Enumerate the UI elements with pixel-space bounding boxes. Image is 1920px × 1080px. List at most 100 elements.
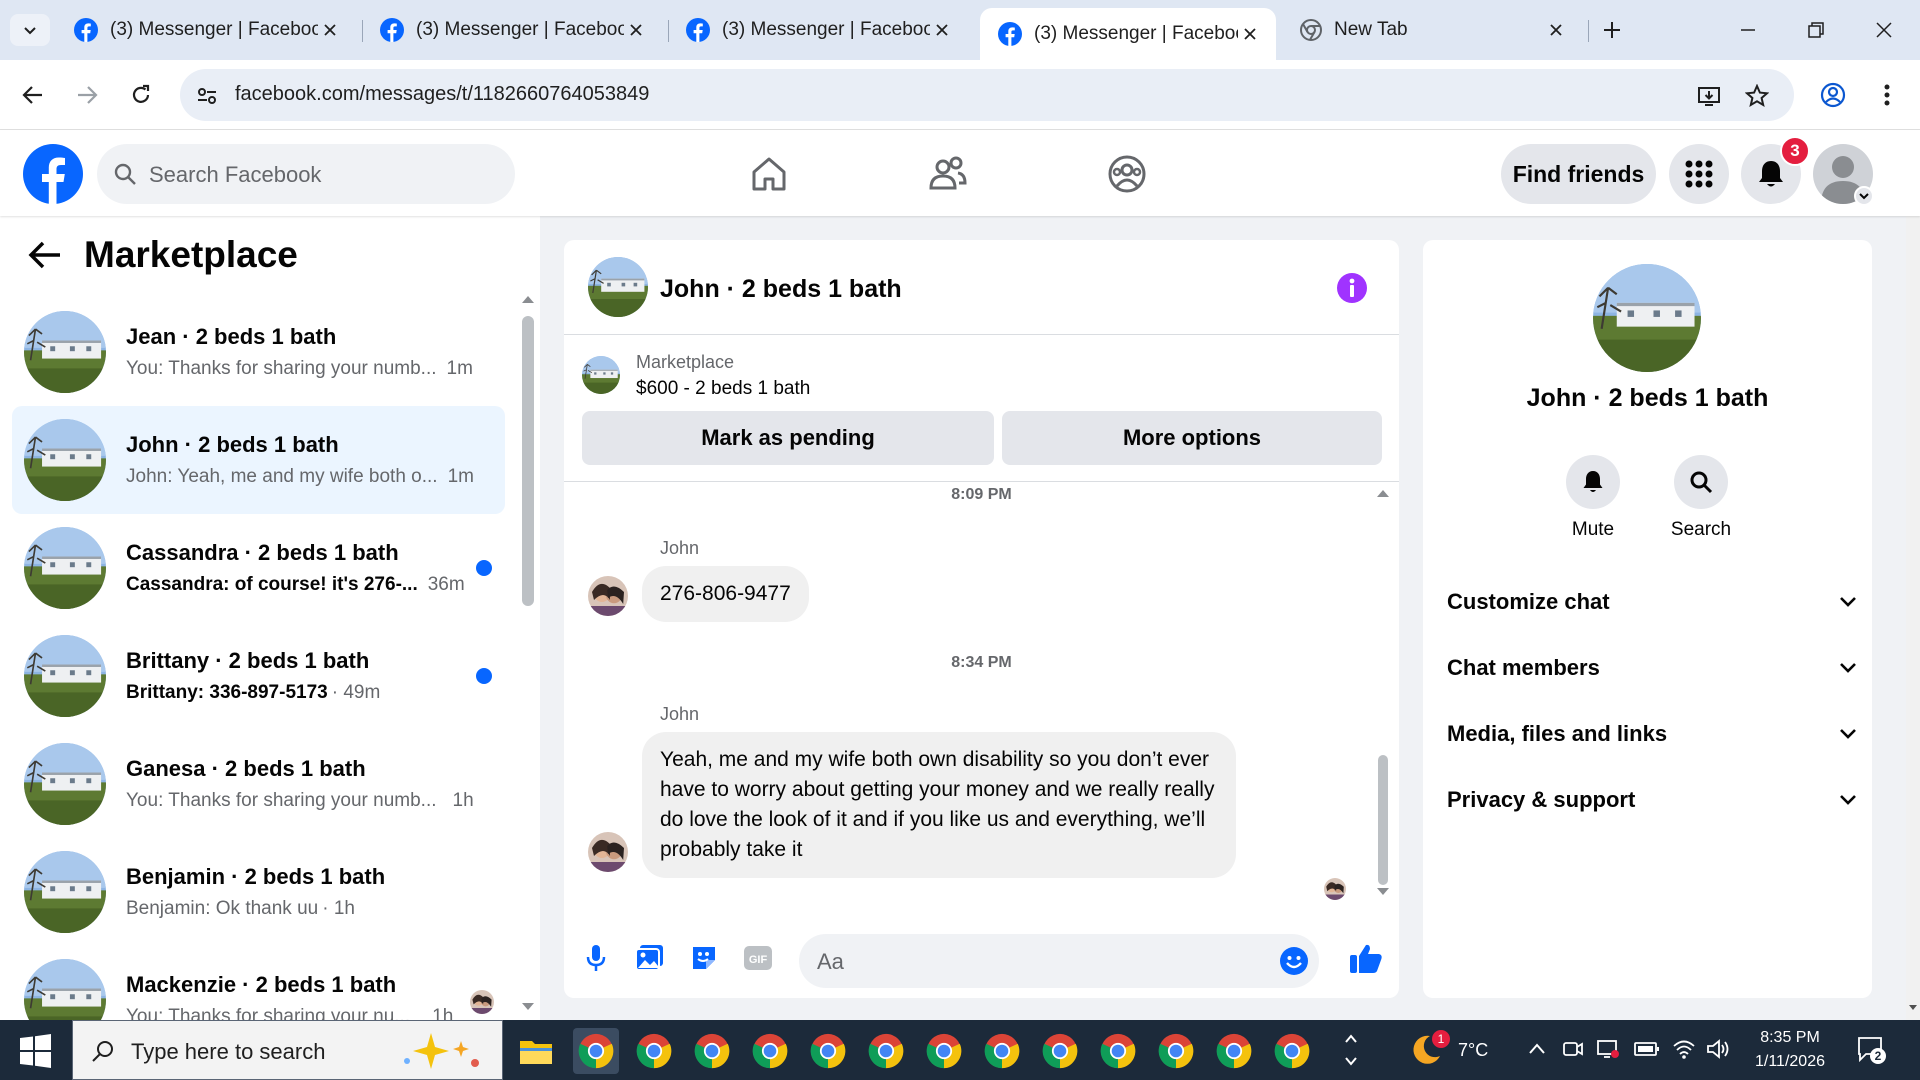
minimize-button[interactable] <box>1718 8 1778 52</box>
new-tab-button[interactable] <box>1596 14 1628 46</box>
conversation-item[interactable]: Cassandra · 2 beds 1 bath Cassandra: of … <box>12 514 505 622</box>
volume-icon[interactable] <box>1706 1038 1730 1060</box>
taskbar-overflow-chevron-icon[interactable] <box>1344 1030 1358 1070</box>
chrome-taskbar-icon[interactable] <box>689 1028 735 1074</box>
chrome-taskbar-icon[interactable] <box>805 1028 851 1074</box>
chrome-taskbar-icon[interactable] <box>1269 1028 1315 1074</box>
conversation-item[interactable]: Ganesa · 2 beds 1 bath You: Thanks for s… <box>12 730 505 838</box>
scroll-down-arrow-icon[interactable] <box>521 1002 535 1012</box>
browser-tab[interactable]: (3) Messenger | Facebook <box>56 8 356 52</box>
mute-button[interactable]: Mute <box>1553 455 1633 541</box>
notification-center-button[interactable]: 2 <box>1856 1034 1886 1064</box>
bookmark-star-icon[interactable] <box>1744 83 1770 109</box>
chat-title[interactable]: John · 2 beds 1 bath <box>660 275 902 304</box>
info-avatar[interactable] <box>1593 264 1701 372</box>
chat-scrollbar[interactable] <box>1378 755 1388 885</box>
address-bar[interactable]: facebook.com/messages/t/1182660764053849 <box>180 69 1794 121</box>
friends-nav-button[interactable] <box>924 150 972 198</box>
scroll-up-arrow-icon[interactable] <box>1376 488 1390 498</box>
profile-button[interactable] <box>1814 76 1852 114</box>
browser-tab[interactable]: (3) Messenger | Facebook <box>362 8 662 52</box>
chrome-taskbar-icon[interactable] <box>631 1028 677 1074</box>
back-arrow-icon[interactable] <box>28 240 62 270</box>
scroll-down-arrow-icon[interactable] <box>1908 1004 1918 1012</box>
battery-icon[interactable] <box>1634 1040 1660 1058</box>
browser-tab-active[interactable]: (3) Messenger | Facebook <box>980 8 1276 60</box>
close-tab-icon[interactable] <box>318 18 342 42</box>
chrome-taskbar-icon[interactable] <box>747 1028 793 1074</box>
close-tab-icon[interactable] <box>930 18 954 42</box>
menu-grid-button[interactable] <box>1669 144 1729 204</box>
browser-tab[interactable]: (3) Messenger | Facebook <box>668 8 968 52</box>
sidebar-scrollbar[interactable] <box>522 316 534 606</box>
account-chevron-icon[interactable] <box>1854 186 1874 206</box>
like-button[interactable] <box>1346 938 1386 978</box>
info-icon[interactable] <box>1336 272 1368 304</box>
site-info-icon[interactable] <box>194 83 220 109</box>
system-clock[interactable]: 8:35 PM 1/11/2026 <box>1740 1026 1840 1074</box>
windows-start-icon[interactable] <box>14 1034 56 1068</box>
groups-nav-button[interactable] <box>1103 150 1151 198</box>
gif-button[interactable]: GIF <box>738 938 778 978</box>
sticker-button[interactable] <box>684 938 724 978</box>
chrome-taskbar-icon[interactable] <box>1153 1028 1199 1074</box>
more-options-button[interactable]: More options <box>1002 411 1382 465</box>
conversation-item[interactable]: Benjamin · 2 beds 1 bath Benjamin: Ok th… <box>12 838 505 946</box>
chrome-taskbar-icon[interactable] <box>921 1028 967 1074</box>
browser-tab[interactable]: New Tab <box>1282 8 1582 52</box>
close-tab-icon[interactable] <box>1238 22 1262 46</box>
conversation-item-selected[interactable]: John · 2 beds 1 bath John: Yeah, me and … <box>12 406 505 514</box>
file-explorer-taskbar-icon[interactable] <box>513 1028 559 1074</box>
mark-as-pending-button[interactable]: Mark as pending <box>582 411 994 465</box>
chrome-taskbar-icon[interactable] <box>573 1028 619 1074</box>
chat-avatar[interactable] <box>588 257 648 317</box>
listing-thumbnail[interactable] <box>582 356 620 394</box>
preview-text: Benjamin: Ok thank uu <box>126 898 319 919</box>
tab-search-button[interactable] <box>10 14 50 46</box>
close-tab-icon[interactable] <box>624 18 648 42</box>
chrome-taskbar-icon[interactable] <box>1211 1028 1257 1074</box>
scroll-down-arrow-icon[interactable] <box>1376 887 1390 897</box>
chrome-taskbar-icon[interactable] <box>863 1028 909 1074</box>
sender-avatar[interactable] <box>588 832 628 872</box>
message-bubble[interactable]: Yeah, me and my wife both own disability… <box>642 732 1236 878</box>
show-hidden-icons-chevron-icon[interactable] <box>1528 1042 1546 1056</box>
taskbar-search-box[interactable]: Type here to search <box>72 1020 503 1080</box>
url-text[interactable]: facebook.com/messages/t/1182660764053849 <box>235 83 649 106</box>
conversation-item[interactable]: Jean · 2 beds 1 bath You: Thanks for sha… <box>12 298 505 406</box>
search-in-conversation-button[interactable]: Search <box>1661 455 1741 541</box>
attach-photo-button[interactable] <box>630 938 670 978</box>
home-nav-button[interactable] <box>745 150 793 198</box>
media-files-links-section[interactable]: Media, files and links <box>1447 706 1857 762</box>
privacy-support-section[interactable]: Privacy & support <box>1447 772 1857 828</box>
voice-clip-button[interactable] <box>576 938 616 978</box>
chrome-taskbar-icon[interactable] <box>1095 1028 1141 1074</box>
reload-button[interactable] <box>122 76 160 114</box>
install-app-icon[interactable] <box>1696 83 1722 109</box>
meet-now-icon[interactable] <box>1562 1038 1584 1060</box>
facebook-search-input[interactable]: Search Facebook <box>97 144 515 204</box>
chrome-taskbar-icon[interactable] <box>1037 1028 1083 1074</box>
conversation-item[interactable]: Mackenzie · 2 beds 1 bath You: Thanks fo… <box>12 946 505 1020</box>
screen-record-icon[interactable] <box>1596 1038 1620 1060</box>
find-friends-button[interactable]: Find friends <box>1501 144 1656 204</box>
listing-title[interactable]: $600 - 2 beds 1 bath <box>636 378 810 400</box>
customize-chat-section[interactable]: Customize chat <box>1447 574 1857 630</box>
forward-button[interactable] <box>68 76 106 114</box>
message-bubble[interactable]: 276-806-9477 <box>642 566 809 622</box>
chrome-taskbar-icon[interactable] <box>979 1028 1025 1074</box>
sender-avatar[interactable] <box>588 576 628 616</box>
wifi-icon[interactable] <box>1672 1038 1696 1060</box>
message-input[interactable]: Aa <box>799 934 1319 988</box>
browser-menu-button[interactable] <box>1868 76 1906 114</box>
facebook-logo-icon[interactable] <box>23 144 83 204</box>
restore-button[interactable] <box>1786 8 1846 52</box>
scroll-up-arrow-icon[interactable] <box>521 294 535 304</box>
emoji-icon[interactable] <box>1279 946 1309 976</box>
back-button[interactable] <box>14 76 52 114</box>
close-window-button[interactable] <box>1854 8 1914 52</box>
close-tab-icon[interactable] <box>1544 18 1568 42</box>
conversation-item[interactable]: Brittany · 2 beds 1 bath Brittany: 336-8… <box>12 622 505 730</box>
chat-members-section[interactable]: Chat members <box>1447 640 1857 696</box>
page-scrollbar[interactable] <box>1906 130 1920 1020</box>
